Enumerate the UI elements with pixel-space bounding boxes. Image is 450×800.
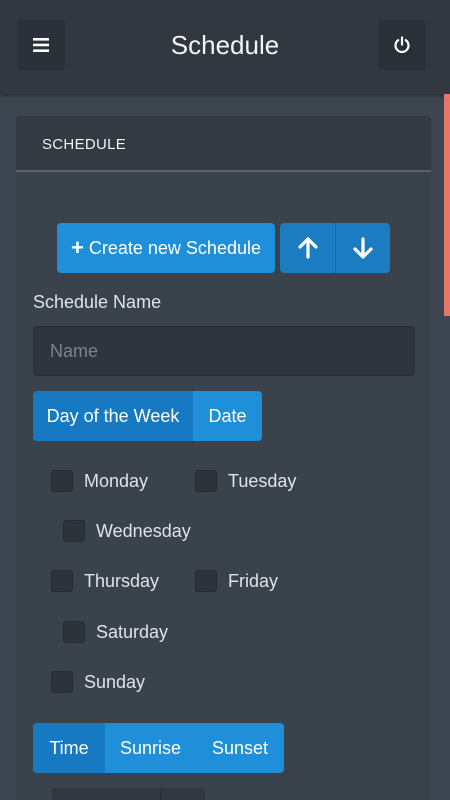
checkbox[interactable]	[51, 570, 73, 592]
move-up-button[interactable]	[280, 223, 335, 273]
plus-icon: +	[71, 235, 84, 260]
power-button[interactable]	[378, 20, 426, 70]
day-checkbox-wednesday[interactable]: Wednesday	[63, 520, 191, 542]
schedule-name-input[interactable]	[33, 326, 415, 376]
day-checkbox-sunday[interactable]: Sunday	[51, 671, 145, 693]
day-label: Thursday	[84, 570, 160, 591]
mode-date-button[interactable]: Date	[193, 391, 262, 441]
checkbox[interactable]	[195, 570, 217, 592]
move-down-button[interactable]	[335, 223, 390, 273]
checkbox[interactable]	[195, 470, 217, 492]
mode-day-of-week-button[interactable]: Day of the Week	[33, 391, 193, 441]
create-schedule-button[interactable]: + Create new Schedule	[57, 223, 275, 273]
day-label: Wednesday	[96, 520, 191, 541]
day-checkbox-tuesday[interactable]: Tuesday	[195, 470, 296, 492]
create-schedule-label: Create new Schedule	[88, 237, 261, 258]
day-label: Friday	[228, 570, 279, 591]
day-checkbox-saturday[interactable]: Saturday	[63, 621, 168, 643]
time-type-sunset-button[interactable]: Sunset	[196, 723, 284, 773]
day-checkbox-thursday[interactable]: Thursday	[51, 570, 159, 592]
time-picker[interactable]	[52, 788, 205, 800]
arrow-up-icon	[297, 237, 318, 259]
day-checkbox-monday[interactable]: Monday	[51, 470, 148, 492]
day-label: Tuesday	[228, 470, 297, 491]
checkbox[interactable]	[63, 621, 85, 643]
schedule-mode-toggle: Day of the Week Date	[33, 391, 262, 441]
reorder-button-group	[280, 223, 390, 273]
checkbox[interactable]	[51, 671, 73, 693]
day-label: Monday	[84, 470, 149, 491]
time-type-toggle: Time Sunrise Sunset	[33, 723, 284, 773]
panel-heading: SCHEDULE	[16, 116, 431, 172]
arrow-down-icon	[353, 237, 373, 259]
day-label: Saturday	[96, 621, 169, 642]
top-bar: Schedule	[0, 0, 450, 94]
day-checkbox-friday[interactable]: Friday	[195, 570, 278, 592]
schedule-name-label: Schedule Name	[33, 292, 162, 312]
checkbox[interactable]	[51, 470, 73, 492]
scrollbar-thumb[interactable]	[444, 94, 450, 316]
schedule-panel: SCHEDULE + Create new Schedule Schedule …	[16, 116, 431, 800]
power-icon	[394, 36, 410, 54]
checkbox[interactable]	[63, 520, 85, 542]
time-picker-divider	[160, 788, 161, 800]
time-type-time-button[interactable]: Time	[33, 723, 105, 773]
time-type-sunrise-button[interactable]: Sunrise	[105, 723, 196, 773]
day-label: Sunday	[84, 671, 146, 692]
